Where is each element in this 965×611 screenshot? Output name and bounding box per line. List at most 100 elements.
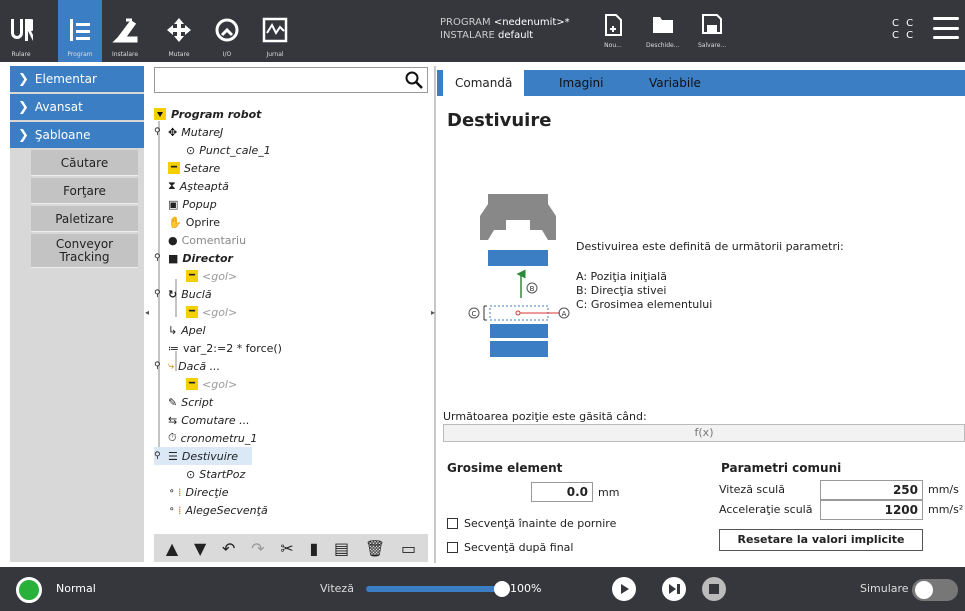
undo-icon[interactable]: ↶ <box>222 539 235 558</box>
page-title: Destivuire <box>447 110 552 131</box>
expand-icon: ⚬ <box>168 505 176 515</box>
tree-node-label: cronometru_1 <box>180 431 258 445</box>
move-up-icon[interactable]: ▲ <box>166 539 178 558</box>
sidebar-item-fortare[interactable]: Forţare <box>31 178 138 204</box>
sidebar-cat-label: Avansat <box>34 100 83 114</box>
nav-run[interactable]: Rulare <box>0 0 42 62</box>
nav-install[interactable]: Instalare <box>104 0 146 62</box>
tree-node-waypoint[interactable]: ⊙ Punct_cale_1 <box>186 141 271 159</box>
collapse-left-icon[interactable]: ◂ <box>145 308 153 320</box>
tree-node-daca[interactable]: ⚲ ⤷ Dacă ... <box>154 357 220 375</box>
stop-button[interactable] <box>702 577 726 601</box>
tree-node-asteapta[interactable]: ⧗ Aşteaptă <box>168 177 229 195</box>
tree-node-mutarej[interactable]: ⚲ ✥ MutareJ <box>154 123 223 141</box>
tree-node-directie[interactable]: ⚬ ⁞ Direcţie <box>168 483 229 501</box>
dots-icon: ⁞ <box>178 503 182 517</box>
open-label: Deschide... <box>646 42 680 49</box>
sidebar-cat-label: Şabloane <box>34 128 91 142</box>
seq-before-checkbox[interactable]: Secvenţă înainte de pornire <box>447 517 616 530</box>
param-a: A: Poziţia iniţială <box>576 270 667 283</box>
expand-icon: ⚲ <box>154 451 161 461</box>
simulation-toggle[interactable] <box>912 579 958 601</box>
tree-node-oprire[interactable]: ✋ Oprire <box>168 213 220 231</box>
collapse-icon <box>154 108 166 120</box>
expand-icon: ⚲ <box>154 289 161 299</box>
speed-slider[interactable] <box>366 586 498 592</box>
tree-node-bucla[interactable]: ⚲ ↻ Buclă <box>154 285 212 303</box>
sidebar-cat-avansat[interactable]: ❯ Avansat <box>10 94 144 120</box>
tab-imagini[interactable]: Imagini <box>547 70 615 96</box>
tool-acc-input[interactable]: 1200 <box>820 500 923 520</box>
sidebar-item-cautare[interactable]: Căutare <box>31 150 138 176</box>
cut-icon[interactable]: ✂ <box>280 539 293 558</box>
search-input[interactable] <box>154 67 428 93</box>
installation-label: INSTALARE <box>440 30 495 41</box>
next-position-label: Următoarea poziţie este găsită când: <box>443 410 647 423</box>
redo-icon[interactable]: ↷ <box>251 539 264 558</box>
step-icon <box>669 584 680 594</box>
tab-variabile[interactable]: Variabile <box>637 70 713 96</box>
nav-program[interactable]: Program <box>58 0 102 62</box>
tree-node-comutare[interactable]: ⇆ Comutare ... <box>168 411 250 429</box>
tree-node-setare[interactable]: ━ Setare <box>168 159 220 177</box>
sidebar-cat-sabloane[interactable]: ❯ Şabloane <box>10 122 144 148</box>
description: Destivuirea este definită de următorii p… <box>576 240 844 253</box>
tree-node-label: AlegeSecvenţă <box>185 503 268 517</box>
speed-slider-handle[interactable] <box>494 581 510 597</box>
tree-node-destivuire[interactable]: ⚲ ☰ Destivuire <box>154 447 252 465</box>
stop-icon <box>709 584 719 594</box>
expand-right-icon[interactable]: ▸ <box>431 308 439 320</box>
tree-node-label: Popup <box>182 197 217 211</box>
seq-after-checkbox[interactable]: Secvenţă după final <box>447 541 573 554</box>
step-button[interactable] <box>662 577 686 601</box>
tree-node-alegesecventa[interactable]: ⚬ ⁞ AlegeSecvenţă <box>168 501 268 519</box>
copy-icon[interactable]: ▮ <box>309 539 318 558</box>
tree-node-label: Destivuire <box>181 449 239 463</box>
tree-node-director[interactable]: ⚲ ■ Director <box>154 249 233 267</box>
empty-icon: ━ <box>186 270 198 282</box>
paste-icon[interactable]: ▤ <box>334 539 349 558</box>
switch-icon: ⇆ <box>168 413 178 427</box>
tab-comanda[interactable]: Comandă <box>443 70 525 96</box>
tree-node-comentariu[interactable]: ● Comentariu <box>168 231 246 249</box>
robot-status-icon[interactable] <box>16 577 42 603</box>
thickness-input[interactable]: 0.0 <box>531 482 593 502</box>
script-icon: ✎ <box>168 395 178 409</box>
delete-icon[interactable]: 🗑 <box>365 539 385 558</box>
reset-defaults-button[interactable]: Resetare la valori implicite <box>719 529 923 551</box>
open-button[interactable]: Deschide... <box>646 14 679 49</box>
tree-node-root[interactable]: Program robot <box>154 105 261 123</box>
tree-node-assignment[interactable]: ≔ var_2:=2 * force() <box>168 339 282 357</box>
sidebar-item-conveyor-tracking[interactable]: Conveyor Tracking <box>31 234 138 268</box>
tree-node-startpoz[interactable]: ⊙ StartPoz <box>186 465 245 483</box>
tree-node-timer[interactable]: ⏱ cronometru_1 <box>168 429 257 447</box>
sidebar-item-paletizare[interactable]: Paletizare <box>31 206 138 232</box>
tree-node-empty[interactable]: ━ <gol> <box>186 267 237 285</box>
assignment-icon: ≔ <box>168 341 179 355</box>
move-icon <box>164 15 194 45</box>
timer-icon: ⏱ <box>168 431 177 444</box>
tree-node-popup[interactable]: ▣ Popup <box>168 195 217 213</box>
save-button[interactable]: Salvare... <box>698 14 726 49</box>
nav-move[interactable]: Mutare <box>158 0 200 62</box>
if-icon: ⤷ <box>168 359 175 372</box>
search-icon[interactable] <box>405 71 423 89</box>
nav-log[interactable]: Jurnal <box>254 0 296 62</box>
move-down-icon[interactable]: ▼ <box>194 539 206 558</box>
suppress-icon[interactable]: ▭ <box>401 539 416 558</box>
tree-node-label: var_2:=2 * force() <box>183 341 282 355</box>
menu-icon[interactable] <box>933 17 959 39</box>
tool-speed-input[interactable]: 250 <box>820 480 923 500</box>
sidebar-cat-label: Elementar <box>34 72 97 86</box>
tree-node-script[interactable]: ✎ Script <box>168 393 213 411</box>
tree-node-empty[interactable]: ━ <gol> <box>186 303 237 321</box>
sidebar-cat-elementar[interactable]: ❯ Elementar <box>10 66 144 92</box>
top-bar: Rulare Program Instalare Mutare I/O Jurn… <box>0 0 965 62</box>
expression-field[interactable]: f(x) <box>443 424 965 442</box>
program-name: <nedenumit>* <box>493 17 570 28</box>
tree-node-apel[interactable]: ↳ Apel <box>168 321 206 339</box>
play-button[interactable] <box>612 577 636 601</box>
nav-io[interactable]: I/O <box>206 0 248 62</box>
tree-node-empty[interactable]: ━ <gol> <box>186 375 237 393</box>
new-button[interactable]: Nou... <box>604 14 622 49</box>
